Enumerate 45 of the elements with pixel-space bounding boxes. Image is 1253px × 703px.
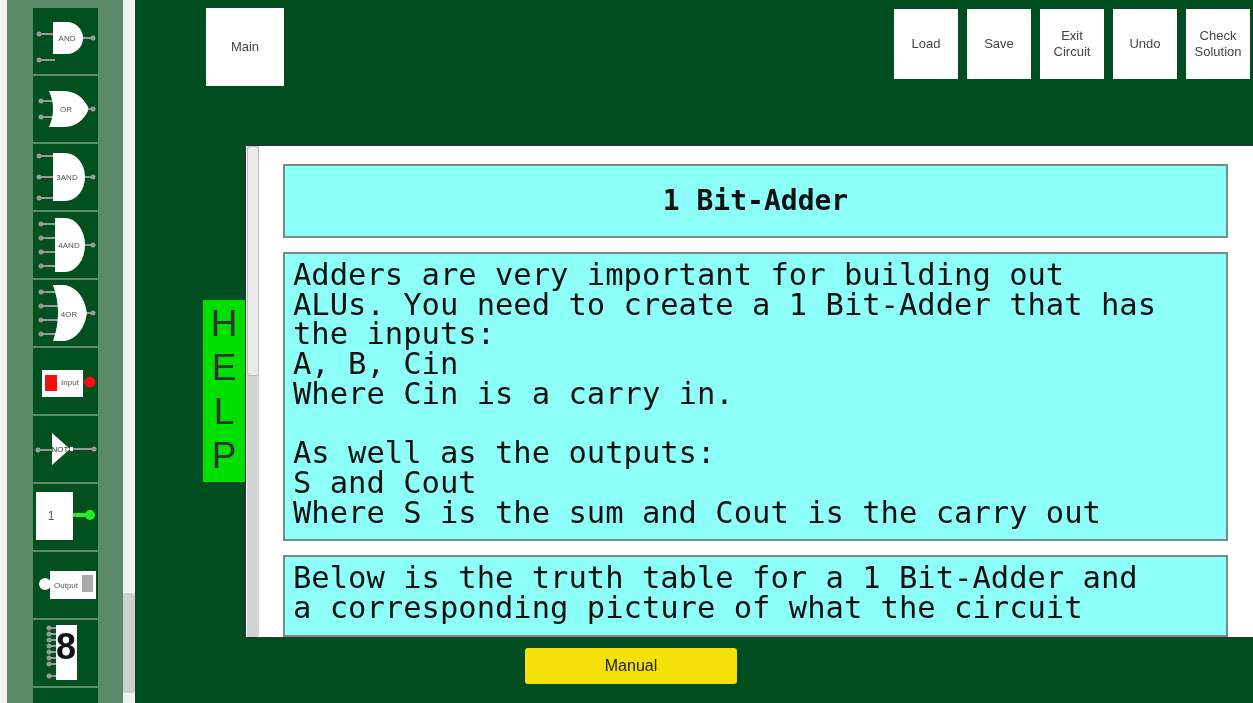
gate-tile[interactable]: 8 [33,620,98,686]
toolbar-button[interactable]: Exit Circuit [1040,9,1104,79]
palette-scrollbar[interactable] [123,0,135,703]
seven-segment-display-drawing [46,625,77,680]
help-text: Adders are very important for building out ALUs. You need to create a 1 Bit-Adder that has the inputs: A, B, Cin Where Cin is a carry in. As well as the outputs: S and Cout Where S is the sum and Cout is the carry out [283,252,1228,542]
input-switch-drawing [42,370,96,397]
toolbar-button[interactable]: Undo [1113,9,1177,79]
gate-label: AND [58,34,76,43]
help-title: 1 Bit-Adder [283,164,1228,238]
scrollbar-thumb[interactable] [123,593,135,693]
toolbar-button[interactable]: Check Solution [1186,9,1250,79]
main-button[interactable]: Main [206,8,284,86]
gate-label: NOT [51,445,69,454]
or-gate-drawing [38,285,96,341]
output-lamp-drawing [39,571,96,599]
gate-label: 4AND [58,241,80,250]
digit-label: 8 [56,626,76,667]
gate-label: 4OR [60,310,78,319]
toolbar-button[interactable]: Load [894,9,958,79]
constant-source-drawing [36,492,95,540]
gate-tile[interactable]: NOT [33,416,98,482]
gate-label: Output [54,581,78,590]
help-tab[interactable]: HELP [203,300,245,482]
scrollbar-thumb[interactable] [247,146,259,376]
gate-tile[interactable]: OR [33,76,98,142]
gate-tile[interactable]: 3AND [33,144,98,210]
gate-label: OR [60,105,72,114]
toolbar-button[interactable]: Save [967,9,1031,79]
gate-label: 3AND [56,173,78,182]
constant-label: 1 [47,509,55,523]
and-gate-drawing [36,153,96,201]
gate-tile[interactable]: 1 [33,484,98,550]
manual-button[interactable]: Manual [525,648,737,684]
gate-tile[interactable]: AND [33,8,98,74]
not-gate-drawing [35,433,97,465]
gate-label: Input [61,378,79,387]
gate-tile[interactable]: 4AND [33,212,98,278]
gate-tile[interactable]: Output [33,552,98,618]
or-gate-drawing [38,91,96,127]
and-gate-drawing [36,22,96,63]
gate-tile[interactable]: 4OR [33,280,98,346]
and-gate-drawing [38,218,96,272]
help-scrollbar[interactable] [247,146,259,637]
gate-tile[interactable]: Input [33,348,98,414]
help-text: Below is the truth table for a 1 Bit-Adder and a corresponding picture of what the circuit [283,555,1228,637]
